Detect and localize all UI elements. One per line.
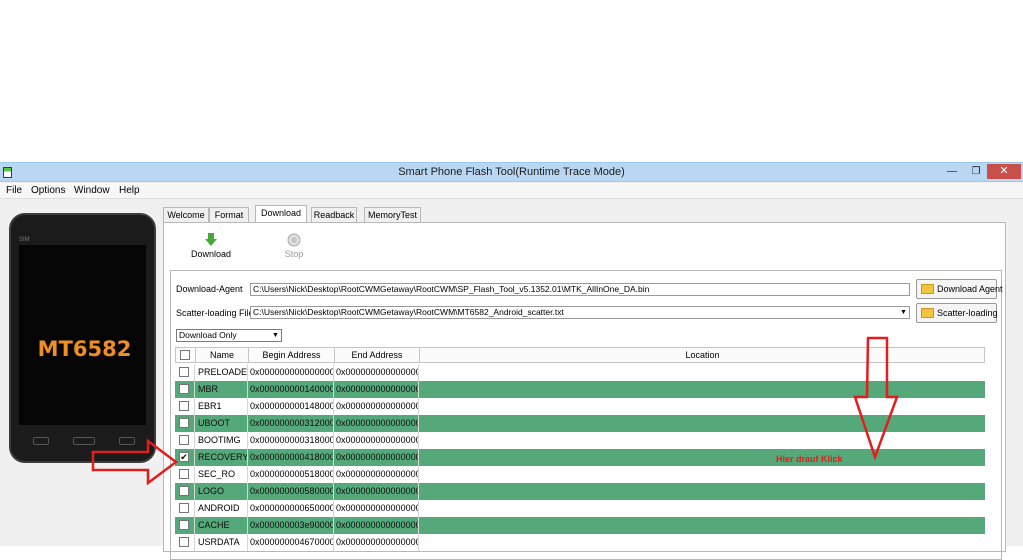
arrow-down-icon [853,336,899,461]
arrow-right-icon [91,438,179,486]
annotation-arrows [91,336,899,486]
